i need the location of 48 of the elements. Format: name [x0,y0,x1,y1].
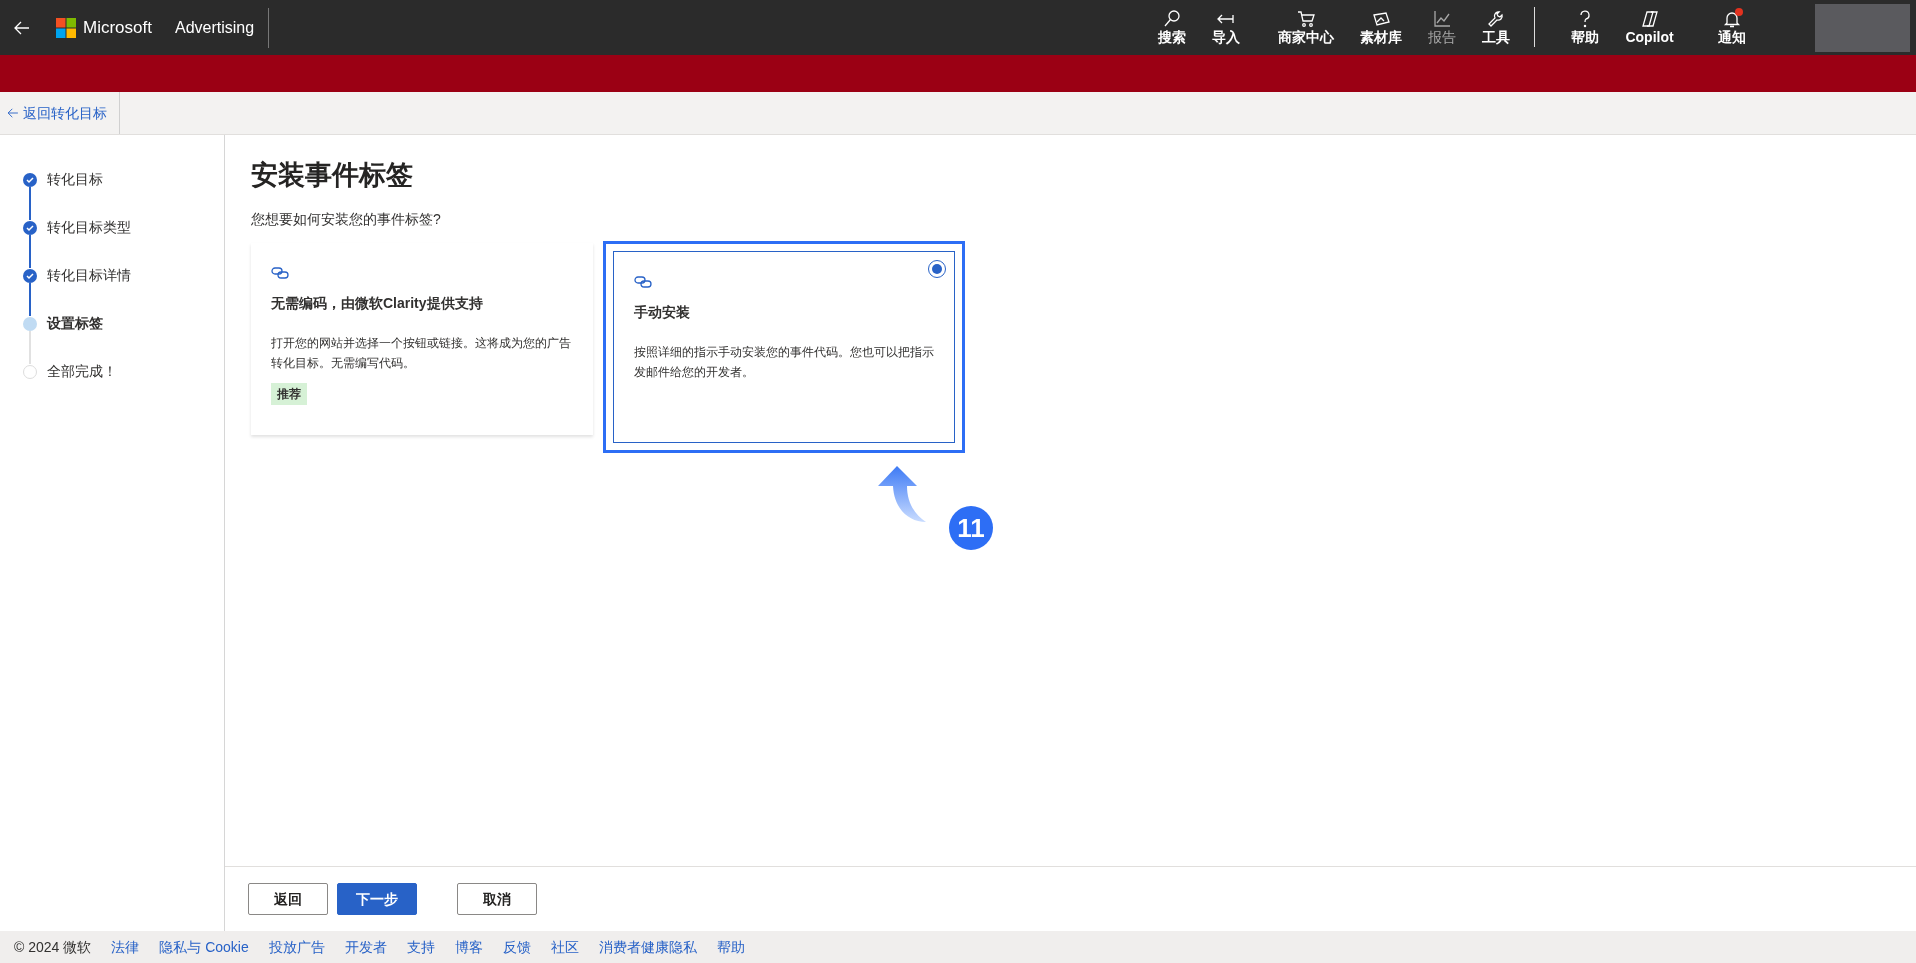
nav-button[interactable]: 素材库 [1354,7,1409,48]
step-label: 转化目标 [47,170,103,189]
product-name: Advertising [174,17,255,38]
footer-link[interactable]: 社区 [550,936,579,958]
step-label: 转化目标详情 [47,266,131,285]
back-arrow-icon [6,106,20,120]
nav-button[interactable]: 搜索 [1152,7,1193,48]
option-description: 打开您的网站并选择一个按钮或链接。这将成为您的广告转化目标。无需编写代码。 [271,335,572,372]
page-title: 安装事件标签 [251,159,414,192]
action-button[interactable]: 返回 [248,883,328,915]
footer-link[interactable]: 隐私与 Cookie [159,936,249,958]
option-title: 无需编码，由微软Clarity提供支持 [271,294,484,314]
footer-link[interactable]: 投放广告 [268,936,325,958]
footer-link[interactable]: 开发者 [344,936,387,958]
nav-button[interactable]: 帮助 [1565,7,1606,48]
footer-link[interactable]: 支持 [406,936,435,958]
logo-icon [56,17,76,38]
step-label: 全部完成！ [47,362,117,381]
cart-icon [1296,9,1317,30]
copyright-text: © 2024 微软 [14,937,92,957]
footer-link[interactable]: 消费者健康隐私 [598,936,697,958]
question-text: 您想要如何安装您的事件标签? [251,210,442,230]
option-title: 手动安装 [634,303,691,323]
footer-link[interactable]: 帮助 [716,936,745,958]
footer-link[interactable]: 法律 [111,936,140,958]
nav-button[interactable]: 商家中心 [1272,7,1341,48]
recommended-tag: 推荐 [271,382,307,405]
nav-button[interactable]: 导入 [1206,7,1247,48]
nav-button[interactable]: 工具 [1476,7,1517,48]
step-label: 设置标签 [47,314,103,333]
back-link[interactable]: 返回转化目标 [0,92,120,134]
action-button[interactable]: 取消 [457,883,537,915]
link-icon [271,267,289,280]
chart-icon [1432,9,1453,30]
action-button[interactable]: 下一步 [337,883,417,915]
option-card[interactable]: 无需编码，由微软Clarity提供支持 打开您的网站并选择一个按钮或链接。这将成为您的广告转化目标。无需编写代码。 推荐 [251,243,593,436]
option-description: 按照详细的指示手动安装您的事件代码。您也可以把指示发邮件给您的开发者。 [634,344,934,381]
nav-button[interactable]: 通知 [1711,7,1752,48]
copilot-icon [1639,9,1660,30]
footer-link[interactable]: 博客 [454,936,483,958]
step-number-badge: 11 [949,506,993,550]
brand-name: Microsoft [83,16,152,39]
step-label: 转化目标类型 [47,218,131,237]
footer-link[interactable]: 反馈 [502,936,531,958]
link-icon [634,276,652,289]
nav-button[interactable]: Copilot [1619,7,1680,48]
alert-dot [1734,8,1743,17]
curved-arrow-icon [878,466,928,524]
